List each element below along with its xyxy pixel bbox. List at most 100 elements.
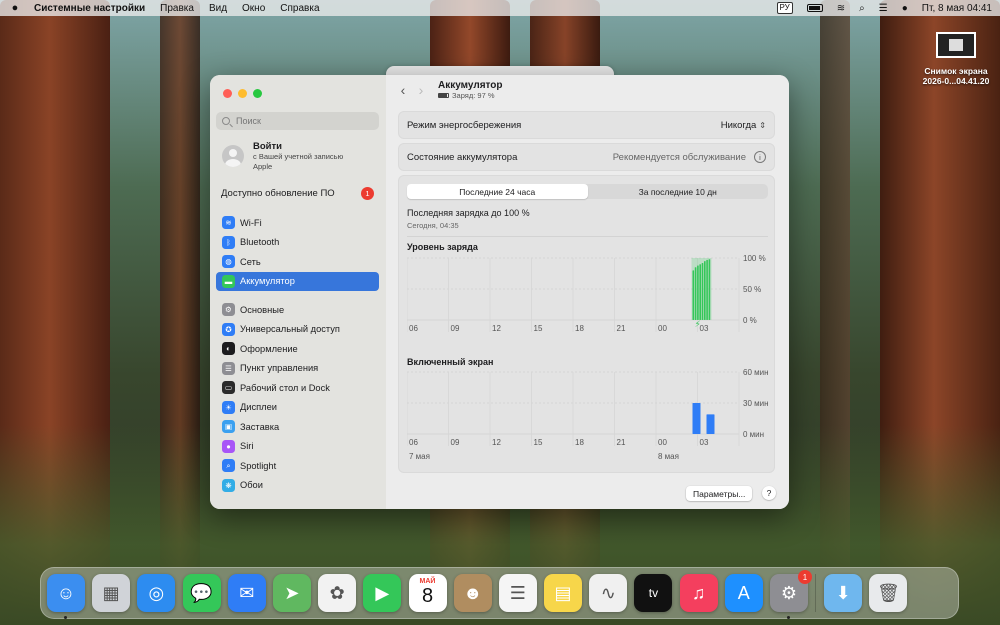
dock-contacts-icon[interactable]: ☻ (453, 574, 492, 612)
battery-level-value: Заряд: 97 % (452, 91, 495, 100)
menu-app-name[interactable]: Системные настройки (34, 3, 145, 14)
menu-window[interactable]: Окно (242, 3, 265, 14)
sidebar-item-display[interactable]: ☀ Дисплеи (216, 398, 379, 418)
x-tick-label: 21 (617, 438, 626, 447)
apple-menu-icon[interactable]: ● (8, 2, 22, 14)
help-button[interactable]: ? (762, 486, 776, 500)
x-tick-label: 18 (575, 438, 584, 447)
battery-health-card: Состояние аккумулятора Рекомендуется обс… (398, 143, 775, 171)
dock-app-store-icon[interactable]: A (724, 574, 763, 612)
dock-notes-icon[interactable]: ▤ (544, 574, 583, 612)
info-icon[interactable]: i (754, 151, 766, 163)
dock-mail-icon[interactable]: ✉ (227, 574, 266, 612)
dock-safari-icon[interactable]: ◎ (137, 574, 176, 612)
spotlight-search-icon[interactable]: ⌕ (859, 3, 865, 14)
dock-badge: 1 (798, 570, 812, 584)
running-indicator (64, 616, 67, 619)
display-icon: ☀ (222, 400, 235, 414)
dock-calendar-icon[interactable]: МАЙ 8 (408, 574, 447, 612)
screenshot-thumbnail (936, 32, 976, 58)
tab-last-10-days[interactable]: За последние 10 дн (588, 184, 769, 199)
sidebar-item-gear[interactable]: ⚙ Основные (216, 300, 379, 320)
sidebar-item-wallpaper[interactable]: ❋ Обои (216, 476, 379, 496)
sidebar-item-battery[interactable]: ▬ Аккумулятор (216, 271, 379, 291)
battery-level-text: Заряд: 97 % (438, 91, 503, 100)
sidebar-item-siri[interactable]: ● Siri (216, 437, 379, 457)
dock-reminders-icon[interactable]: ☰ (498, 574, 537, 612)
apple-account-signin[interactable]: Войти с Вашей учетной записью Apple (222, 141, 363, 172)
forward-chevron-icon[interactable]: › (412, 82, 430, 98)
dock-glyph: ▶ (375, 582, 390, 603)
sidebar-item-screensaver[interactable]: ▣ Заставка (216, 417, 379, 437)
search-field[interactable] (216, 112, 379, 130)
dock-glyph: ▤ (554, 582, 572, 603)
tab-last-24-hours[interactable]: Последние 24 часа (407, 184, 588, 199)
minimize-button[interactable] (238, 89, 247, 98)
siri-icon: ● (222, 439, 235, 453)
dock-finder-icon[interactable]: ☺ (47, 574, 85, 619)
sidebar-item-wifi[interactable]: ≋ Wi-Fi (216, 213, 379, 233)
x-tick-label: 09 (451, 324, 460, 333)
dock-facetime-icon[interactable]: ▶ (363, 574, 402, 612)
bluetooth-icon: ᛒ (222, 235, 235, 249)
control-center-icon[interactable]: ☰ (879, 3, 888, 14)
divider (407, 236, 768, 237)
chart-bar (706, 259, 708, 320)
wallpaper-icon: ❋ (222, 478, 235, 492)
options-button[interactable]: Параметры... (686, 486, 753, 501)
sidebar-item-label: Пункт управления (240, 363, 319, 374)
sidebar-item-desktop-dock[interactable]: ▭ Рабочий стол и Dock (216, 378, 379, 398)
dock-glyph: 💬 (190, 582, 213, 603)
dock-maps-icon[interactable]: ➤ (272, 574, 311, 612)
sidebar-item-label: Обои (240, 480, 263, 491)
dock-glyph: ⚙ (780, 582, 798, 603)
file-name-line-1: Снимок экрана (924, 66, 988, 76)
menu-help[interactable]: Справка (280, 3, 319, 14)
sidebar-item-control-center[interactable]: ☰ Пункт управления (216, 359, 379, 379)
siri-status-icon[interactable]: ● (902, 3, 908, 14)
dock-glyph: ✉ (239, 582, 255, 603)
dock-glyph: ☻ (463, 582, 483, 603)
dock-music-icon[interactable]: ♫ (679, 574, 718, 612)
dock-downloads-icon[interactable]: ⬇ (824, 574, 863, 612)
control-center-icon: ☰ (222, 361, 235, 375)
dock-messages-icon[interactable]: 💬 (182, 574, 221, 612)
dock-tv-icon[interactable]: tv (634, 574, 673, 612)
dock-system-settings-icon[interactable]: ⚙ 1 (770, 570, 812, 619)
sidebar-item-bluetooth[interactable]: ᛒ Bluetooth (216, 233, 379, 253)
input-source-icon[interactable]: РУ (776, 2, 793, 14)
sidebar-item-label: Spotlight (240, 460, 277, 471)
software-update-item[interactable]: Доступно обновление ПО 1 (221, 187, 374, 200)
close-button[interactable] (223, 89, 232, 98)
dock-launchpad-icon[interactable]: ▦ (92, 574, 131, 612)
sidebar-item-appearance[interactable]: ◐ Оформление (216, 339, 379, 359)
zoom-button[interactable] (253, 89, 262, 98)
dock-trash-icon[interactable]: 🗑 (869, 574, 908, 612)
low-power-select[interactable]: Никогда ⇕ (721, 120, 766, 131)
x-tick-label: 03 (700, 438, 709, 447)
menu-clock[interactable]: Пт, 8 мая 04:41 (922, 3, 992, 14)
menu-edit[interactable]: Правка (160, 3, 194, 14)
y-tick-label: 50 % (743, 285, 761, 294)
desktop-screenshot-file[interactable]: Снимок экрана 2026-0...04.41.20 (918, 32, 994, 86)
dock-freeform-icon[interactable]: ∿ (589, 574, 628, 612)
menu-view[interactable]: Вид (209, 3, 227, 14)
chart-bar (706, 414, 715, 434)
search-input[interactable] (236, 116, 366, 126)
battery-level-chart-title: Уровень заряда (407, 242, 478, 252)
sidebar-item-accessibility[interactable]: ✪ Универсальный доступ (216, 320, 379, 340)
date-label: 7 мая (409, 452, 430, 461)
search-icon (222, 117, 230, 125)
sidebar-item-globe[interactable]: ◍ Сеть (216, 252, 379, 272)
battery-status-icon[interactable] (806, 4, 823, 12)
time-range-segmented-control: Последние 24 часа За последние 10 дн (407, 184, 768, 199)
gear-icon: ⚙ (222, 303, 235, 317)
back-chevron-icon[interactable]: ‹ (394, 82, 412, 98)
dock-glyph: ☰ (509, 582, 526, 603)
chart-bar (697, 265, 699, 320)
wifi-status-icon[interactable]: ≋ (837, 3, 845, 14)
low-power-card: Режим энергосбережения Никогда ⇕ (398, 111, 775, 139)
dock-photos-icon[interactable]: ✿ (318, 574, 357, 612)
x-tick-label: 09 (451, 438, 460, 447)
sidebar-item-spotlight[interactable]: ⌕ Spotlight (216, 456, 379, 476)
